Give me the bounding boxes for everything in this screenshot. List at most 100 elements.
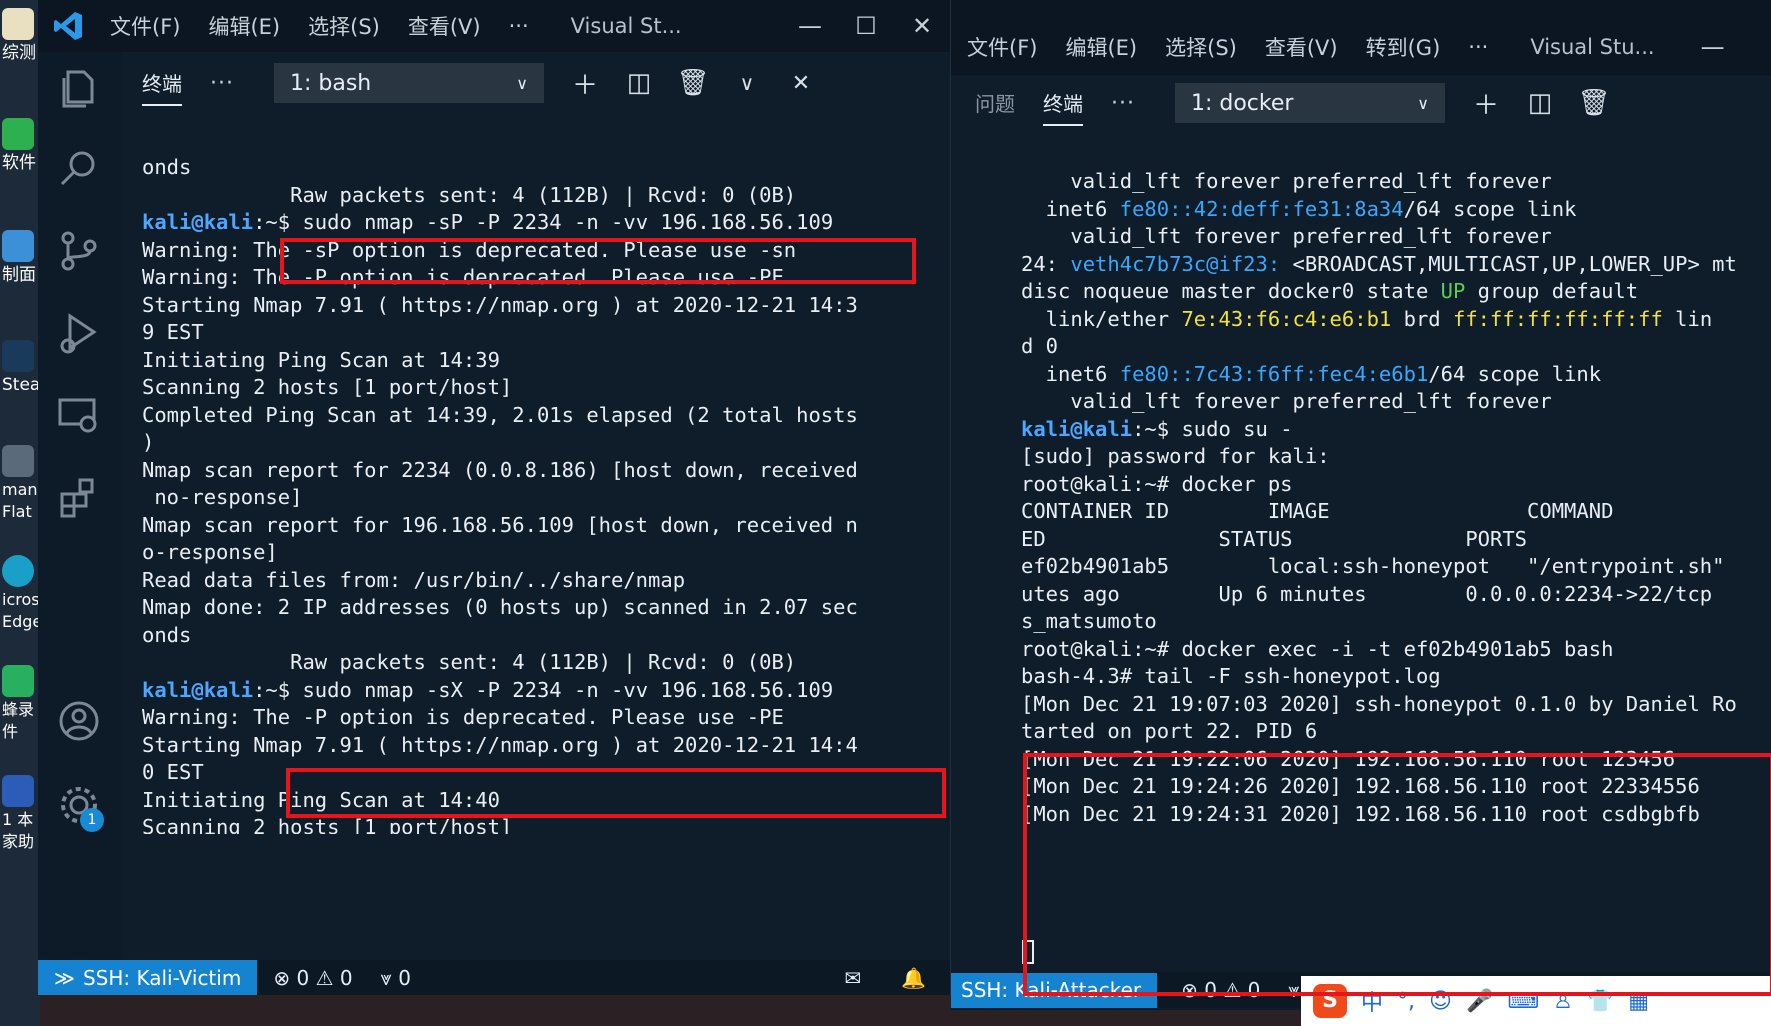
terminal-line: ED STATUS PORTS: [1021, 526, 1528, 551]
bell-icon[interactable]: 🔔: [901, 966, 926, 990]
terminal-line: Scanning 2 hosts [1 port/host]: [142, 815, 513, 834]
tab-terminal[interactable]: 终端: [1043, 80, 1083, 126]
error-icon: ⊗: [273, 965, 291, 990]
close-panel-icon[interactable]: ✕: [774, 71, 828, 96]
errors-warnings-status[interactable]: ⊗ 0 ⚠ 0: [1181, 978, 1260, 1002]
recorder-icon: [2, 665, 34, 697]
terminal-line: root@kali:~# docker exec -i -t ef02b4901…: [1021, 636, 1614, 661]
menu-view[interactable]: 查看(V): [408, 11, 481, 41]
ime-toolbar[interactable]: S 中 °, ☺ 🎤 ⌨ ♙ 👕 ▦: [1301, 976, 1771, 1026]
terminal-select-dropdown[interactable]: 1: bash ∨: [273, 63, 544, 103]
terminal-select-dropdown[interactable]: 1: docker ∨: [1174, 83, 1445, 123]
shirt-icon[interactable]: 👕: [1587, 989, 1614, 1014]
terminal-output-docker[interactable]: valid_lft forever preferred_lft forever …: [1021, 168, 1771, 848]
terminal-line: kali@kali:~$ sudo nmap -sP -P 2234 -n -v…: [142, 210, 834, 234]
menu-selection[interactable]: 选择(S): [1165, 32, 1237, 62]
terminal-line: utes ago Up 6 minutes 0.0.0.0:2234->22/t…: [1021, 581, 1713, 606]
panel-header: 终端 ··· 1: bash ∨ ＋ ◫ 🗑 ∨ ✕: [142, 52, 942, 114]
emoji-icon[interactable]: ☺: [1429, 989, 1452, 1014]
menu-view[interactable]: 查看(V): [1265, 32, 1338, 62]
terminal-output-bash[interactable]: onds Raw packets sent: 4 (112B) | Rcvd: …: [142, 154, 942, 834]
antenna-icon: ⩔: [380, 965, 392, 990]
terminal-line: valid_lft forever preferred_lft forever: [1021, 169, 1552, 193]
sogou-logo-icon[interactable]: S: [1313, 984, 1347, 1018]
terminal-line: 0 EST: [142, 760, 204, 784]
menu-go[interactable]: 转到(G): [1366, 32, 1441, 62]
desktop-shortcut[interactable]: man Flat: [2, 445, 38, 523]
remote-explorer-icon[interactable]: [56, 392, 102, 438]
terminal-line: [Mon Dec 21 19:22:06 2020] 192.168.56.11…: [1021, 746, 1676, 771]
maximize-icon[interactable]: ☐: [838, 12, 894, 40]
warning-icon: ⚠: [1223, 978, 1242, 1002]
tab-problems[interactable]: 问题: [975, 80, 1015, 126]
new-terminal-plus-icon[interactable]: ＋: [558, 65, 612, 102]
chevron-down-icon[interactable]: ∨: [720, 71, 774, 95]
extensions-icon[interactable]: [56, 474, 102, 520]
terminal-line: Nmap done: 2 IP addresses (0 hosts up) s…: [142, 595, 858, 619]
desktop-icon-strip: 综测 软件 制面 Stean man Flat icros Edge 蜂录 件 …: [0, 0, 40, 1026]
menu-file[interactable]: 文件(F): [967, 32, 1037, 62]
remote-indicator[interactable]: ≫ SSH: Kali-Victim: [38, 960, 258, 995]
word-icon: [2, 775, 34, 807]
menu-edit[interactable]: 编辑(E): [208, 11, 280, 41]
grid-icon[interactable]: ▦: [1628, 989, 1649, 1014]
run-debug-icon[interactable]: [56, 310, 102, 356]
terminal-line: Warning: The -P option is deprecated. Pl…: [142, 265, 784, 289]
terminal-line: Nmap scan report for 196.168.56.109 [hos…: [142, 512, 858, 537]
trash-icon[interactable]: 🗑: [1567, 88, 1621, 118]
panel-more-icon[interactable]: ···: [210, 71, 234, 96]
errors-warnings-status[interactable]: ⊗ 0 ⚠ 0: [273, 966, 352, 990]
vscode-window-attacker: 文件(F) 编辑(E) 选择(S) 查看(V) 转到(G) ··· Visual…: [951, 0, 1771, 1010]
desktop-shortcut[interactable]: 软件: [2, 118, 36, 174]
new-terminal-plus-icon[interactable]: ＋: [1459, 85, 1513, 122]
app-icon: [2, 445, 34, 477]
trash-icon[interactable]: 🗑: [666, 68, 720, 98]
terminal-line: 24: veth4c7b73c@if23: <BROADCAST,MULTICA…: [1021, 251, 1737, 276]
microphone-icon[interactable]: 🎤: [1466, 989, 1493, 1014]
split-terminal-icon[interactable]: ◫: [1513, 88, 1567, 118]
terminal-line: valid_lft forever preferred_lft forever: [1021, 224, 1552, 248]
desktop-shortcut[interactable]: 综测: [2, 8, 36, 64]
terminal-line: Initiating Ping Scan at 14:39: [142, 347, 500, 372]
settings-gear-icon[interactable]: 1: [56, 782, 104, 832]
desktop-shortcut[interactable]: 制面: [2, 230, 36, 286]
minimize-icon[interactable]: —: [1685, 33, 1741, 61]
terminal-line: Starting Nmap 7.91 ( https://nmap.org ) …: [142, 732, 858, 757]
split-terminal-icon[interactable]: ◫: [612, 68, 666, 98]
terminal-line: o-response]: [142, 540, 278, 564]
tab-terminal[interactable]: 终端: [142, 60, 182, 106]
menu-edit[interactable]: 编辑(E): [1065, 32, 1137, 62]
terminal-select-value: 1: bash: [289, 70, 372, 96]
desktop-shortcut[interactable]: Stean: [2, 340, 40, 396]
terminal-line: Starting Nmap 7.91 ( https://nmap.org ) …: [142, 292, 858, 317]
vscode-logo-icon[interactable]: [52, 10, 84, 42]
menu-more[interactable]: ···: [509, 14, 529, 38]
ime-punctuation[interactable]: °,: [1397, 989, 1415, 1014]
account-icon[interactable]: [56, 698, 102, 744]
app-icon: [2, 118, 34, 150]
user-icon[interactable]: ♙: [1553, 989, 1573, 1014]
ports-status[interactable]: ⩔ 0: [381, 966, 411, 990]
terminal-line: kali@kali:~$ sudo su -: [1021, 416, 1293, 441]
search-icon[interactable]: [56, 146, 102, 192]
desktop-shortcut[interactable]: 1 本 家助: [2, 775, 36, 853]
title-bar: 文件(F) 编辑(E) 选择(S) 查看(V) 转到(G) ··· Visual…: [951, 0, 1771, 75]
close-icon[interactable]: ✕: [894, 12, 950, 40]
desktop-shortcut[interactable]: 蜂录 件: [2, 665, 36, 743]
menu-more[interactable]: ···: [1468, 35, 1488, 59]
feedback-icon[interactable]: ✉: [844, 966, 861, 990]
explorer-icon[interactable]: [56, 64, 102, 110]
minimize-icon[interactable]: —: [782, 12, 838, 40]
menu-selection[interactable]: 选择(S): [308, 11, 380, 41]
terminal-line: Scanning 2 hosts [1 port/host]: [142, 375, 513, 399]
panel-more-icon[interactable]: ···: [1111, 91, 1135, 116]
menu-file[interactable]: 文件(F): [110, 11, 180, 41]
keyboard-icon[interactable]: ⌨: [1507, 989, 1539, 1014]
window-title: Visual Stu...: [1530, 34, 1655, 59]
ime-language[interactable]: 中: [1361, 985, 1383, 1017]
source-control-icon[interactable]: [56, 228, 102, 274]
terminal-line: kali@kali:~$ sudo nmap -sX -P 2234 -n -v…: [142, 677, 834, 702]
remote-indicator[interactable]: SSH: Kali-Attacker: [951, 972, 1158, 1008]
terminal-line: tarted on port 22. PID 6: [1021, 719, 1318, 743]
desktop-shortcut[interactable]: icros Edge: [2, 555, 40, 633]
